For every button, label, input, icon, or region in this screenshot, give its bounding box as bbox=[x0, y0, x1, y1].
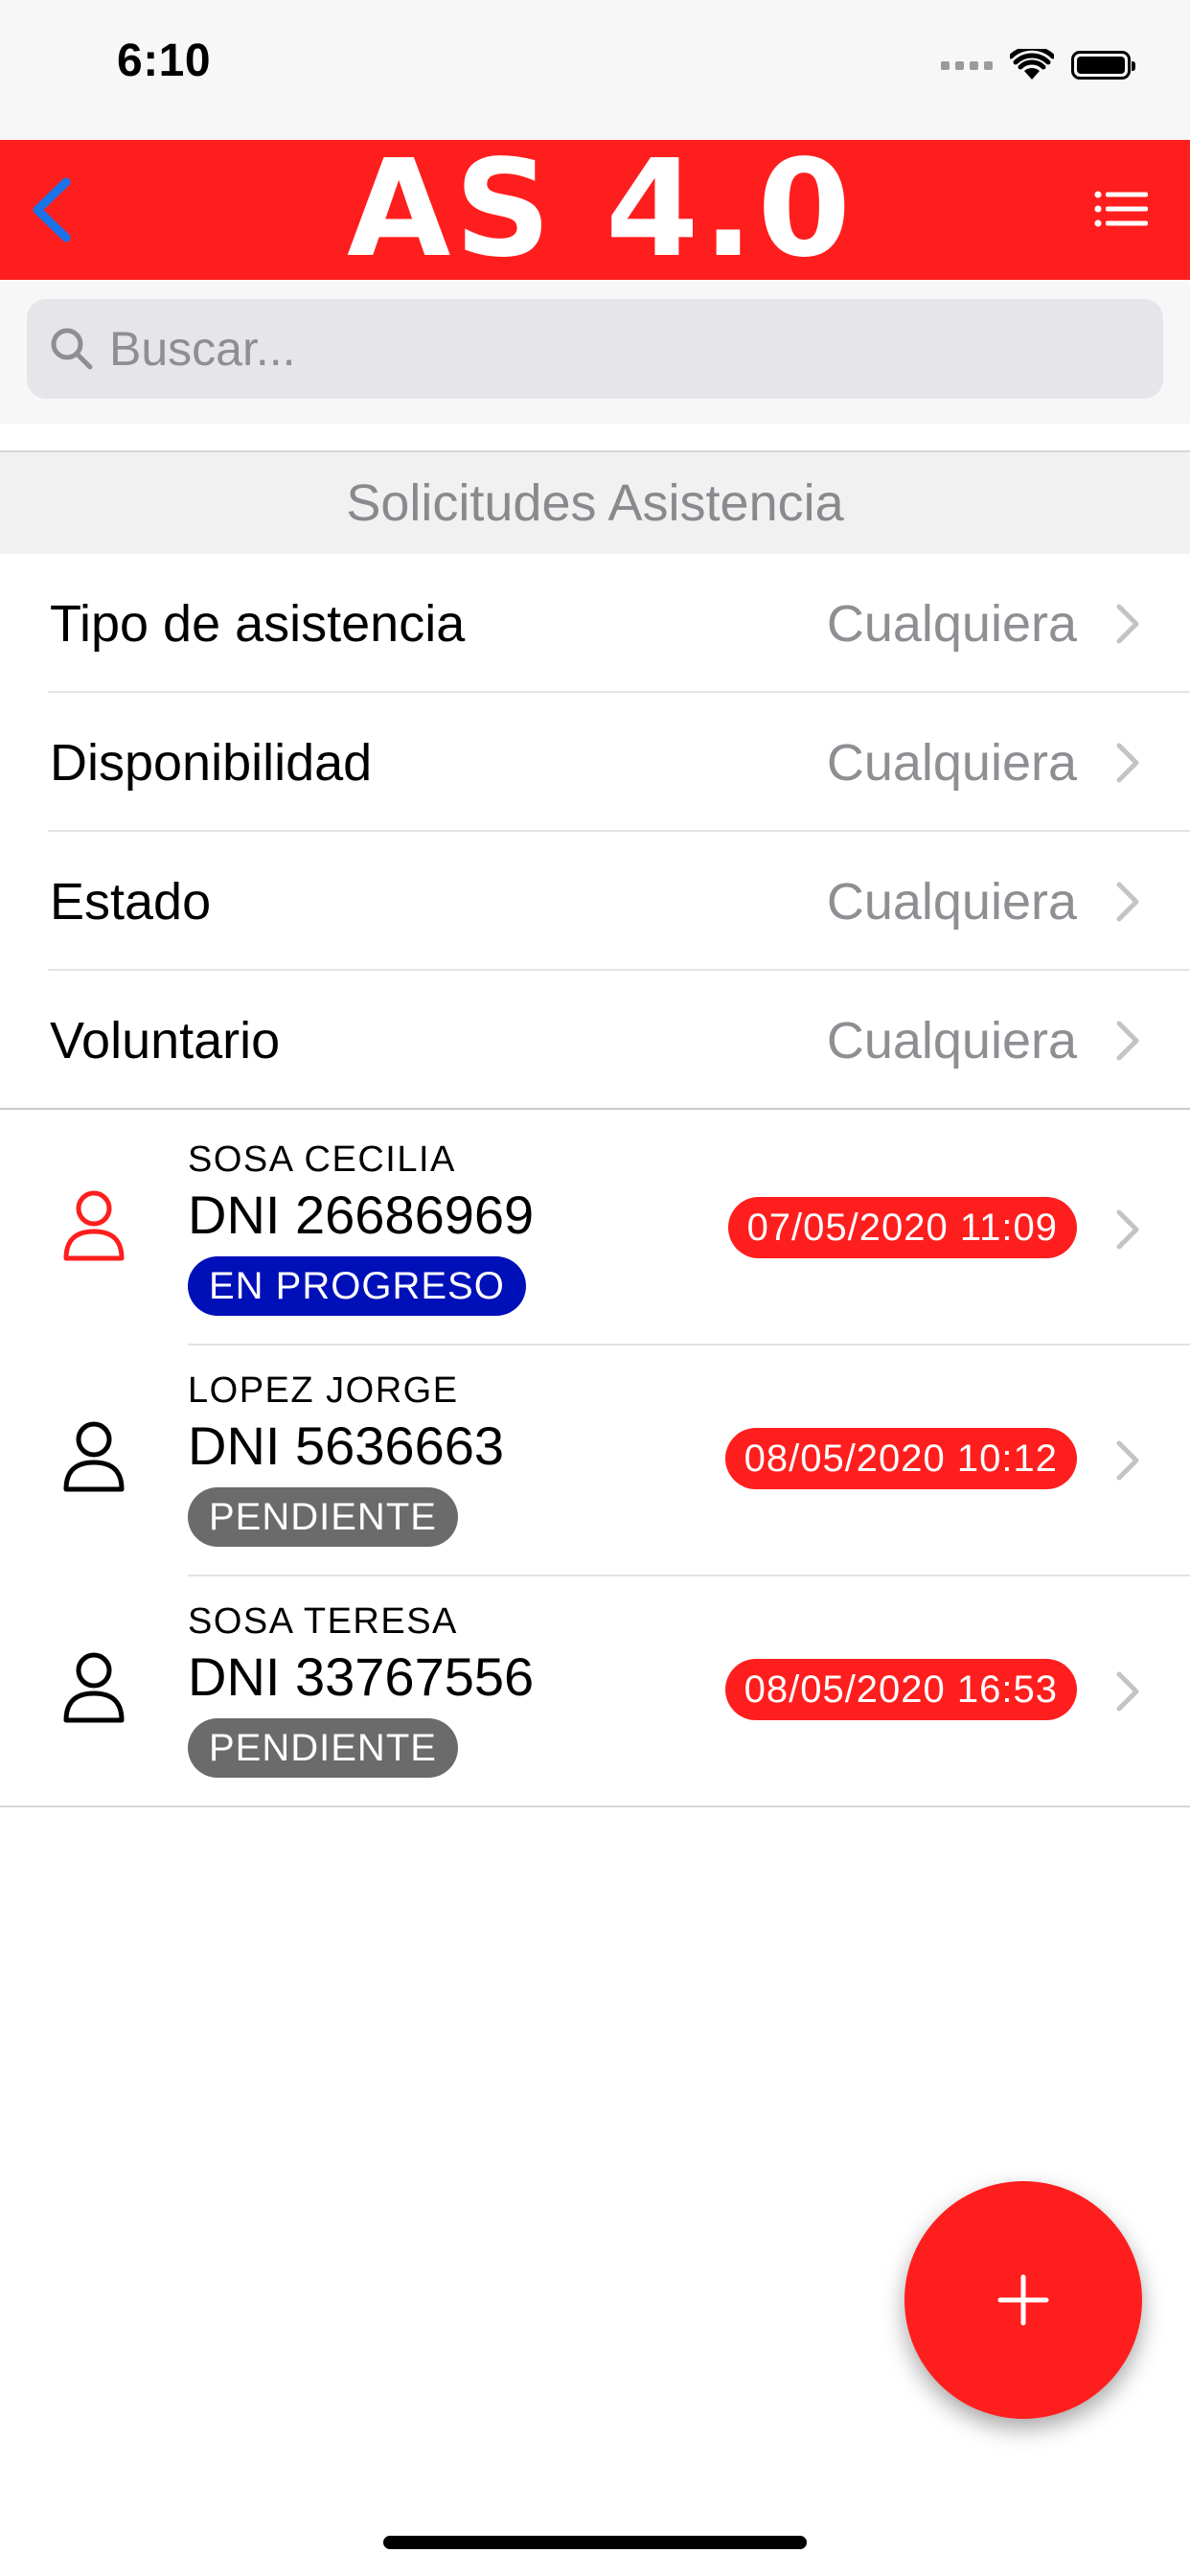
filter-label: Disponibilidad bbox=[50, 733, 373, 792]
chevron-right-icon bbox=[1116, 882, 1139, 921]
list-item[interactable]: SOSA TERESA DNI 33767556 PENDIENTE 08/05… bbox=[0, 1576, 1190, 1807]
date-badge: 08/05/2020 10:12 bbox=[724, 1428, 1077, 1489]
person-icon bbox=[63, 1652, 125, 1723]
chevron-right-icon bbox=[1116, 604, 1139, 643]
chevron-right-icon bbox=[1116, 743, 1139, 782]
person-icon bbox=[63, 1190, 125, 1261]
spacer bbox=[0, 424, 1190, 452]
chevron-right-icon bbox=[1116, 1440, 1139, 1481]
filter-row-estado[interactable]: Estado Cualquiera bbox=[0, 832, 1190, 971]
person-dni: DNI 26686969 bbox=[188, 1184, 535, 1245]
search-input[interactable] bbox=[107, 320, 1117, 378]
section-header: Solicitudes Asistencia bbox=[0, 452, 1190, 554]
status-bar: 6:10 bbox=[0, 0, 1190, 140]
signal-icon bbox=[941, 60, 993, 70]
chevron-right-icon bbox=[1116, 1209, 1139, 1250]
battery-icon bbox=[1071, 51, 1135, 80]
status-badge: EN PROGRESO bbox=[188, 1256, 526, 1316]
filter-label: Voluntario bbox=[50, 1011, 281, 1070]
nav-bar: AS 4.0 bbox=[0, 140, 1190, 280]
filter-row-disponibilidad[interactable]: Disponibilidad Cualquiera bbox=[0, 693, 1190, 832]
status-icons bbox=[941, 46, 1135, 84]
app-title: AS 4.0 bbox=[347, 131, 855, 288]
person-icon bbox=[63, 1421, 125, 1492]
person-dni: DNI 33767556 bbox=[188, 1646, 535, 1707]
filter-value: Cualquiera bbox=[826, 594, 1077, 653]
person-name: LOPEZ JORGE bbox=[188, 1370, 459, 1411]
person-name: SOSA CECILIA bbox=[188, 1139, 456, 1180]
filter-value: Cualquiera bbox=[826, 1011, 1077, 1070]
home-indicator bbox=[383, 2536, 807, 2549]
filter-row-voluntario[interactable]: Voluntario Cualquiera bbox=[0, 971, 1190, 1110]
chevron-left-icon bbox=[33, 177, 71, 242]
list-menu-button[interactable] bbox=[1090, 178, 1152, 240]
filter-list: Tipo de asistencia Cualquiera Disponibil… bbox=[0, 554, 1190, 1110]
status-time: 6:10 bbox=[117, 35, 212, 86]
date-badge: 08/05/2020 16:53 bbox=[724, 1659, 1077, 1720]
person-dni: DNI 5636663 bbox=[188, 1415, 505, 1476]
list-item[interactable]: SOSA CECILIA DNI 26686969 EN PROGRESO 07… bbox=[0, 1115, 1190, 1346]
back-button[interactable] bbox=[17, 169, 84, 251]
add-request-button[interactable] bbox=[904, 2181, 1142, 2419]
list-item[interactable]: LOPEZ JORGE DNI 5636663 PENDIENTE 08/05/… bbox=[0, 1346, 1190, 1576]
person-name: SOSA TERESA bbox=[188, 1601, 458, 1642]
search-icon bbox=[51, 328, 93, 370]
filter-value: Cualquiera bbox=[826, 872, 1077, 931]
filter-row-tipo-asistencia[interactable]: Tipo de asistencia Cualquiera bbox=[0, 554, 1190, 693]
search-box[interactable] bbox=[27, 299, 1163, 399]
filter-label: Estado bbox=[50, 872, 212, 931]
search-bar bbox=[0, 280, 1190, 424]
filter-value: Cualquiera bbox=[826, 733, 1077, 792]
list-icon bbox=[1094, 191, 1148, 227]
chevron-right-icon bbox=[1116, 1021, 1139, 1060]
request-list: SOSA CECILIA DNI 26686969 EN PROGRESO 07… bbox=[0, 1115, 1190, 1807]
wifi-icon bbox=[1010, 49, 1054, 80]
chevron-right-icon bbox=[1116, 1671, 1139, 1712]
status-badge: PENDIENTE bbox=[188, 1487, 458, 1547]
filter-label: Tipo de asistencia bbox=[50, 594, 466, 653]
date-badge: 07/05/2020 11:09 bbox=[727, 1197, 1077, 1258]
status-badge: PENDIENTE bbox=[188, 1718, 458, 1778]
plus-icon bbox=[997, 2274, 1049, 2326]
